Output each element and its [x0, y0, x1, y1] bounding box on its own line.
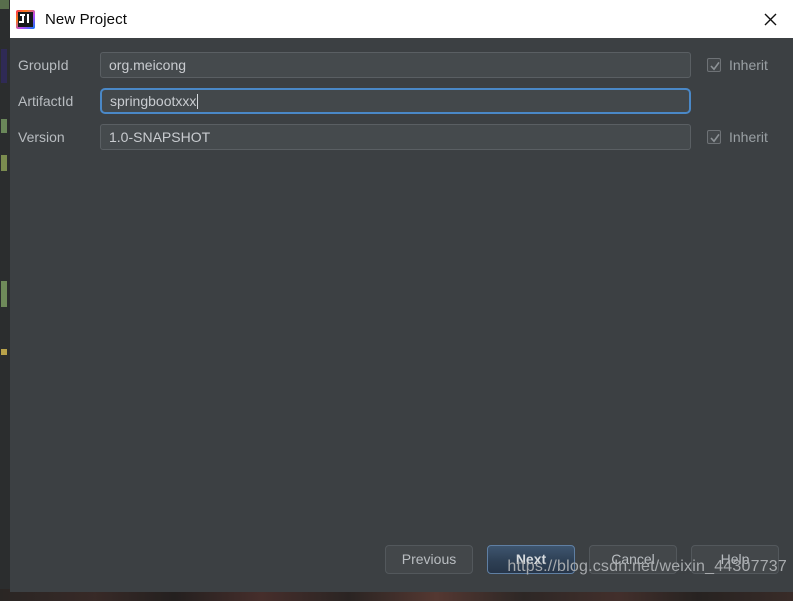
gutter-mark — [1, 49, 7, 83]
groupid-inherit-group[interactable]: Inherit — [707, 57, 768, 73]
icon-ij-stroke — [27, 13, 29, 23]
version-value: 1.0-SNAPSHOT — [109, 129, 211, 145]
version-inherit-group[interactable]: Inherit — [707, 129, 768, 145]
form-row-version: Version 1.0-SNAPSHOT Inherit — [10, 124, 793, 150]
groupid-label: GroupId — [18, 57, 69, 73]
text-caret — [197, 93, 199, 109]
version-label: Version — [18, 129, 65, 145]
gutter-mark — [1, 349, 7, 355]
version-inherit-checkbox[interactable] — [707, 130, 721, 144]
groupid-inherit-label: Inherit — [729, 57, 768, 73]
form-row-groupid: GroupId org.meicong Inherit — [10, 52, 793, 78]
version-inherit-label: Inherit — [729, 129, 768, 145]
groupid-value: org.meicong — [109, 57, 187, 73]
gutter-mark — [1, 119, 7, 133]
groupid-input[interactable]: org.meicong — [100, 52, 691, 78]
dialog-footer: Previous Next Cancel Help https://blog.c… — [10, 536, 793, 592]
artifactid-value: springbootxxx — [110, 93, 197, 109]
form-row-artifactid: ArtifactId springbootxxx — [10, 88, 793, 114]
dialog-title: New Project — [45, 10, 127, 28]
gutter-mark — [1, 155, 7, 171]
artifactid-label: ArtifactId — [18, 93, 74, 109]
dialog-titlebar: New Project — [10, 0, 793, 38]
close-icon — [764, 13, 776, 25]
help-button[interactable]: Help — [691, 544, 779, 574]
checkmark-icon — [710, 133, 720, 143]
close-button[interactable] — [747, 0, 793, 38]
artifactid-input[interactable]: springbootxxx — [100, 88, 691, 114]
cancel-button[interactable]: Cancel — [589, 544, 677, 574]
icon-foot — [19, 20, 24, 23]
previous-button[interactable]: Previous — [385, 544, 473, 574]
intellij-idea-icon — [16, 9, 35, 29]
groupid-inherit-checkbox[interactable] — [707, 58, 721, 72]
dialog-body: GroupId org.meicong Inherit ArtifactId s… — [10, 38, 793, 536]
editor-left-gutter — [0, 9, 10, 601]
next-button[interactable]: Next — [487, 544, 575, 574]
version-input[interactable]: 1.0-SNAPSHOT — [100, 124, 691, 150]
new-project-dialog: New Project GroupId org.meicong Inherit — [10, 0, 793, 592]
gutter-mark — [1, 281, 7, 307]
checkmark-icon — [710, 61, 720, 71]
